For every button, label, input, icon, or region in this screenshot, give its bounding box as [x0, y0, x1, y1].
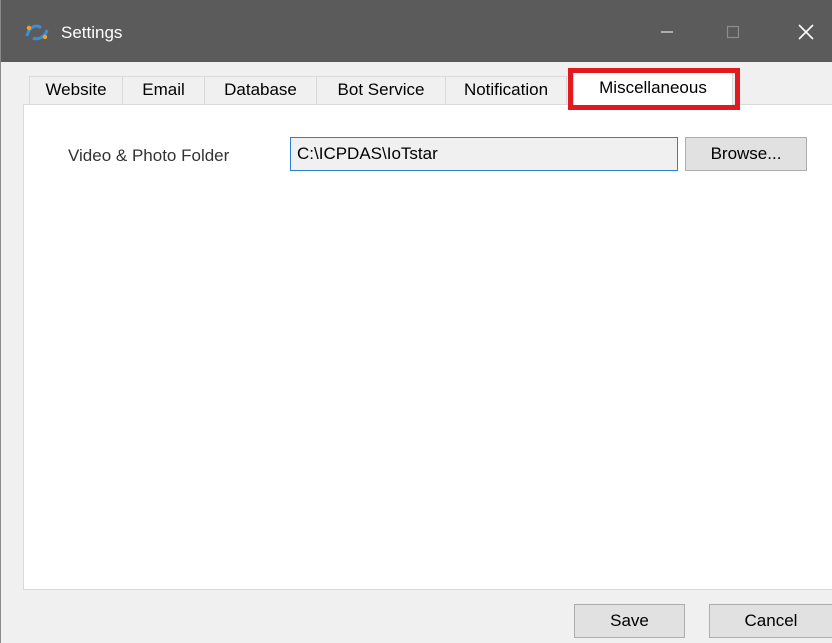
tab-miscellaneous[interactable]: Miscellaneous: [573, 72, 733, 105]
title-bar[interactable]: Settings: [1, 0, 832, 62]
video-photo-folder-label: Video & Photo Folder: [68, 146, 230, 165]
settings-window: Settings Website Email Database Bot Serv…: [0, 0, 832, 643]
tab-email[interactable]: Email: [122, 76, 205, 104]
minimize-icon[interactable]: [646, 14, 688, 50]
tab-website[interactable]: Website: [29, 76, 123, 104]
close-icon[interactable]: [785, 14, 827, 50]
maximize-icon[interactable]: [712, 14, 754, 50]
browse-button[interactable]: Browse...: [685, 137, 807, 171]
tab-database[interactable]: Database: [204, 76, 317, 104]
tab-bot-service[interactable]: Bot Service: [316, 76, 446, 104]
iotstar-logo-icon: [23, 22, 51, 42]
save-button[interactable]: Save: [574, 604, 685, 638]
window-title: Settings: [61, 23, 123, 42]
folder-path-input[interactable]: [290, 137, 678, 171]
settings-tabs: Website Email Database Bot Service Notif…: [29, 72, 829, 105]
tab-notification[interactable]: Notification: [445, 76, 567, 104]
miscellaneous-panel: Video & Photo Folder Browse...: [23, 104, 832, 590]
cancel-button[interactable]: Cancel: [709, 604, 832, 638]
